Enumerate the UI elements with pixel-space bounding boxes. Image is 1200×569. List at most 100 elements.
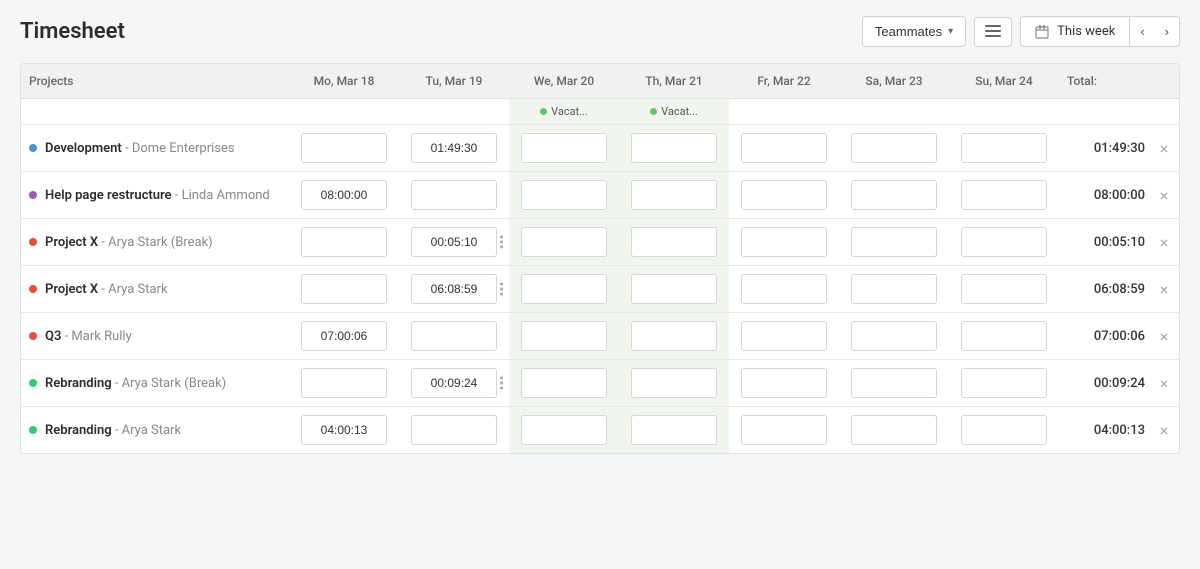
time-input-sa[interactable] (851, 133, 937, 163)
time-input-fr[interactable] (741, 321, 827, 351)
time-input-su[interactable] (961, 321, 1047, 351)
time-input-fr[interactable] (741, 415, 827, 445)
time-input-th[interactable] (631, 227, 717, 257)
chevron-down-icon: ▾ (948, 26, 953, 37)
timesheet-table: Projects Mo, Mar 18 Tu, Mar 19 We, Mar 2… (20, 63, 1180, 454)
time-input-we[interactable] (521, 368, 607, 398)
header: Timesheet Teammates ▾ (20, 16, 1180, 47)
time-cell-su (949, 172, 1059, 218)
time-input-tu[interactable] (411, 274, 497, 304)
delete-button[interactable]: × (1149, 360, 1179, 406)
delete-button[interactable]: × (1149, 266, 1179, 312)
time-input-sa[interactable] (851, 368, 937, 398)
project-dot (29, 238, 37, 246)
table-row: Rebranding - Arya Stark 04:00:13× (21, 407, 1179, 453)
time-input-mo[interactable] (301, 415, 387, 445)
next-week-button[interactable]: › (1155, 17, 1179, 46)
time-input-mo[interactable] (301, 321, 387, 351)
delete-button[interactable]: × (1149, 219, 1179, 265)
project-cell: Project X - Arya Stark (21, 266, 289, 312)
table-row: Q3 - Mark Rully 07:00:06× (21, 313, 1179, 360)
vacation-th-cell: Vacat... (619, 99, 729, 124)
time-input-fr[interactable] (741, 368, 827, 398)
time-input-su[interactable] (961, 227, 1047, 257)
delete-button[interactable]: × (1149, 125, 1179, 171)
time-input-mo[interactable] (301, 274, 387, 304)
time-cell-we (509, 360, 619, 406)
time-input-su[interactable] (961, 180, 1047, 210)
time-input-tu[interactable] (411, 180, 497, 210)
time-input-fr[interactable] (741, 180, 827, 210)
time-input-tu[interactable] (411, 415, 497, 445)
prev-week-button[interactable]: ‹ (1130, 17, 1154, 46)
time-cell-fr (729, 219, 839, 265)
time-input-we[interactable] (521, 415, 607, 445)
more-options-icon[interactable] (500, 236, 503, 249)
time-input-th[interactable] (631, 274, 717, 304)
table-body: Development - Dome Enterprises 01:49:30×… (21, 125, 1179, 453)
time-input-we[interactable] (521, 133, 607, 163)
time-input-sa[interactable] (851, 321, 937, 351)
project-name: Development - Dome Enterprises (45, 141, 235, 156)
week-picker: This week ‹ › (1020, 16, 1180, 47)
time-input-sa[interactable] (851, 274, 937, 304)
time-input-su[interactable] (961, 415, 1047, 445)
more-options-icon[interactable] (500, 283, 503, 296)
time-input-th[interactable] (631, 321, 717, 351)
time-cell-su (949, 360, 1059, 406)
time-input-fr[interactable] (741, 133, 827, 163)
time-input-mo[interactable] (301, 227, 387, 257)
time-cell-fr (729, 172, 839, 218)
time-input-th[interactable] (631, 415, 717, 445)
time-cell-sa (839, 219, 949, 265)
list-view-button[interactable] (974, 17, 1012, 47)
time-cell-mo (289, 407, 399, 453)
time-input-mo[interactable] (301, 133, 387, 163)
more-options-icon[interactable] (500, 377, 503, 390)
time-cell-sa (839, 125, 949, 171)
time-input-we[interactable] (521, 227, 607, 257)
time-input-tu[interactable] (411, 227, 497, 257)
total-cell: 04:00:13 (1059, 407, 1149, 453)
col-actions (1149, 64, 1179, 98)
time-input-su[interactable] (961, 274, 1047, 304)
delete-button[interactable]: × (1149, 313, 1179, 359)
time-input-we[interactable] (521, 180, 607, 210)
project-name: Rebranding - Arya Stark (45, 423, 181, 438)
time-cell-fr (729, 313, 839, 359)
time-input-we[interactable] (521, 321, 607, 351)
time-input-th[interactable] (631, 368, 717, 398)
table-header: Projects Mo, Mar 18 Tu, Mar 19 We, Mar 2… (21, 64, 1179, 99)
time-input-tu[interactable] (411, 133, 497, 163)
time-cell-we (509, 219, 619, 265)
time-cell-mo (289, 360, 399, 406)
time-input-tu[interactable] (411, 368, 497, 398)
time-input-fr[interactable] (741, 227, 827, 257)
delete-button[interactable]: × (1149, 407, 1179, 453)
project-cell: Rebranding - Arya Stark (21, 407, 289, 453)
time-cell-tu (399, 360, 509, 406)
time-input-su[interactable] (961, 368, 1047, 398)
table-row: Rebranding - Arya Stark (Break) 00:09:24… (21, 360, 1179, 407)
time-input-sa[interactable] (851, 227, 937, 257)
project-dot (29, 144, 37, 152)
vacation-su-cell (949, 99, 1059, 124)
time-input-th[interactable] (631, 133, 717, 163)
header-controls: Teammates ▾ This wee (862, 16, 1180, 47)
time-cell-su (949, 313, 1059, 359)
time-cell-sa (839, 172, 949, 218)
teammates-button[interactable]: Teammates ▾ (862, 16, 966, 47)
time-input-su[interactable] (961, 133, 1047, 163)
time-input-we[interactable] (521, 274, 607, 304)
time-input-fr[interactable] (741, 274, 827, 304)
col-we: We, Mar 20 (509, 64, 619, 98)
time-input-mo[interactable] (301, 180, 387, 210)
time-input-tu[interactable] (411, 321, 497, 351)
project-dot (29, 379, 37, 387)
time-input-sa[interactable] (851, 180, 937, 210)
time-input-mo[interactable] (301, 368, 387, 398)
time-cell-sa (839, 266, 949, 312)
delete-button[interactable]: × (1149, 172, 1179, 218)
time-input-th[interactable] (631, 180, 717, 210)
time-input-sa[interactable] (851, 415, 937, 445)
